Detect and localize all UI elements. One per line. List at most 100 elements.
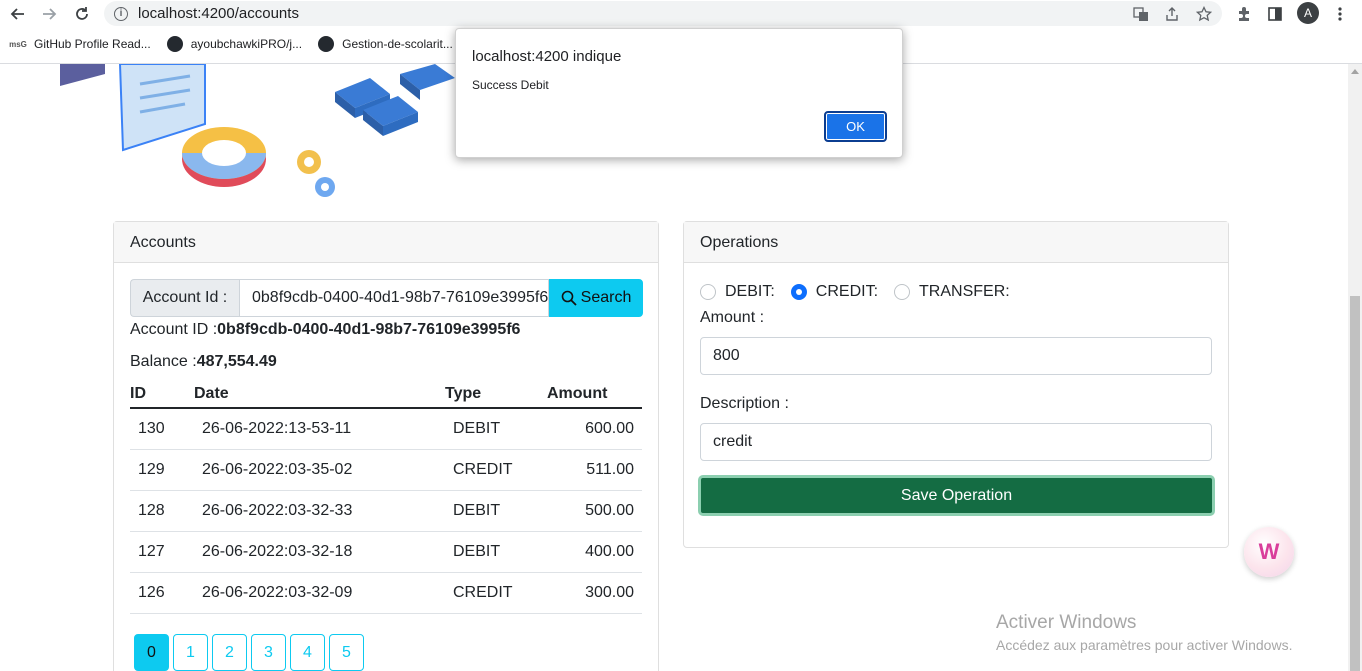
- extensions-icon[interactable]: [1234, 4, 1254, 24]
- cell-amount: 400.00: [547, 531, 642, 573]
- amount-label: Amount :: [700, 309, 765, 326]
- github-icon: [166, 36, 183, 52]
- table-row: 129 26-06-2022:03-35-02 CREDIT 511.00: [130, 449, 642, 491]
- cell-id: 129: [130, 449, 194, 491]
- side-panel-icon[interactable]: [1265, 4, 1285, 24]
- cell-date: 26-06-2022:13-53-11: [194, 408, 445, 450]
- bookmarks-bar: msG GitHub Profile Read... ayoubchawkiPR…: [0, 32, 459, 56]
- cell-type: CREDIT: [445, 572, 547, 614]
- radio-debit[interactable]: [700, 284, 716, 300]
- amount-input[interactable]: 800: [700, 337, 1212, 375]
- bookmark-label: ayoubchawkiPRO/j...: [190, 37, 303, 51]
- cell-date: 26-06-2022:03-32-18: [194, 531, 445, 573]
- url-text: localhost:4200/accounts: [138, 5, 299, 22]
- cell-type: CREDIT: [445, 449, 547, 491]
- page-button-4[interactable]: 4: [290, 634, 325, 671]
- browser-toolbar: i localhost:4200/accounts A: [0, 0, 1362, 28]
- radio-credit-label: CREDIT:: [815, 283, 879, 300]
- back-arrow-icon[interactable]: [7, 4, 29, 24]
- cell-date: 26-06-2022:03-32-09: [194, 572, 445, 614]
- account-id-label: Account Id :: [130, 279, 239, 317]
- dialog-message: Success Debit: [472, 78, 549, 92]
- page-button-3[interactable]: 3: [251, 634, 286, 671]
- accounts-card: Accounts Account Id : 0b8f9cdb-0400-40d1…: [113, 221, 659, 671]
- address-bar[interactable]: i localhost:4200/accounts: [104, 1, 1222, 26]
- table-row: 128 26-06-2022:03-32-33 DEBIT 500.00: [130, 490, 642, 532]
- operation-type-radios: DEBIT: CREDIT: TRANSFER:: [700, 283, 1026, 301]
- cell-amount: 511.00: [547, 449, 642, 491]
- accounts-card-header: Accounts: [114, 222, 658, 263]
- bookmark-star-icon[interactable]: [1194, 4, 1214, 24]
- github-icon: [318, 36, 335, 52]
- translate-icon[interactable]: [1131, 4, 1151, 24]
- balance-line: Balance :487,554.49: [130, 353, 277, 371]
- cell-date: 26-06-2022:03-32-33: [194, 490, 445, 532]
- site-info-icon[interactable]: i: [114, 6, 128, 21]
- cell-amount: 600.00: [547, 408, 642, 450]
- cell-amount: 500.00: [547, 490, 642, 532]
- operations-table: ID Date Type Amount 130 26-06-2022:13-53…: [130, 380, 642, 614]
- windows-activation-title: Activer Windows: [996, 612, 1137, 633]
- money-stacks-illustration: [335, 64, 455, 136]
- page-button-2[interactable]: 2: [212, 634, 247, 671]
- cell-id: 128: [130, 490, 194, 532]
- profile-avatar[interactable]: A: [1297, 2, 1319, 24]
- table-row: 126 26-06-2022:03-32-09 CREDIT 300.00: [130, 572, 642, 614]
- cell-id: 127: [130, 531, 194, 573]
- search-button[interactable]: Search: [549, 279, 643, 317]
- windows-activation-subtitle: Accédez aux paramètres pour activer Wind…: [996, 637, 1293, 653]
- account-id-line: Account ID :0b8f9cdb-0400-40d1-98b7-7610…: [130, 321, 520, 339]
- banking-illustration: [60, 64, 335, 197]
- cell-type: DEBIT: [445, 490, 547, 532]
- page-scrollbar[interactable]: [1348, 64, 1362, 671]
- account-id-line-value: 0b8f9cdb-0400-40d1-98b7-76109e3995f6: [217, 321, 521, 338]
- balance-value: 487,554.49: [196, 353, 277, 370]
- share-icon[interactable]: [1162, 4, 1182, 24]
- radio-transfer-label: TRANSFER:: [919, 283, 1010, 300]
- radio-debit-label: DEBIT:: [725, 283, 775, 300]
- description-input[interactable]: credit: [700, 423, 1212, 461]
- bookmark-label: GitHub Profile Read...: [34, 37, 151, 51]
- save-operation-button[interactable]: Save Operation: [698, 475, 1215, 516]
- bookmark-label: Gestion-de-scolarit...: [342, 37, 453, 51]
- readme-favicon-icon: msG: [9, 39, 27, 49]
- column-header-type: Type: [445, 380, 547, 409]
- radio-transfer[interactable]: [894, 284, 911, 300]
- search-icon: [561, 290, 577, 306]
- page-button-0[interactable]: 0: [134, 634, 169, 671]
- table-header-row: ID Date Type Amount: [130, 380, 642, 409]
- table-row: 130 26-06-2022:13-53-11 DEBIT 600.00: [130, 408, 642, 450]
- account-id-input[interactable]: 0b8f9cdb-0400-40d1-98b7-76109e3995f6: [239, 279, 549, 317]
- dialog-ok-button[interactable]: OK: [824, 111, 887, 142]
- scrollbar-thumb[interactable]: [1350, 296, 1360, 671]
- cell-id: 126: [130, 572, 194, 614]
- column-header-date: Date: [194, 380, 445, 409]
- cell-id: 130: [130, 408, 194, 450]
- table-row: 127 26-06-2022:03-32-18 DEBIT 400.00: [130, 531, 642, 573]
- operations-card: Operations DEBIT: CREDIT: TRANSFER: Amou…: [683, 221, 1229, 548]
- bookmark-item[interactable]: Gestion-de-scolarit...: [318, 36, 453, 52]
- floating-assistant-icon[interactable]: W: [1244, 527, 1294, 577]
- page-button-5[interactable]: 5: [329, 634, 364, 671]
- bookmark-item[interactable]: ayoubchawkiPRO/j...: [166, 36, 303, 52]
- column-header-amount: Amount: [547, 380, 642, 409]
- dialog-title: localhost:4200 indique: [472, 48, 622, 65]
- menu-kebab-icon[interactable]: [1330, 4, 1350, 24]
- radio-credit[interactable]: [790, 284, 807, 300]
- page-button-1[interactable]: 1: [173, 634, 208, 671]
- operations-card-header: Operations: [684, 222, 1228, 263]
- cell-amount: 300.00: [547, 572, 642, 614]
- account-id-line-label: Account ID :: [130, 321, 218, 338]
- scroll-up-arrow-icon[interactable]: [1351, 69, 1359, 74]
- cell-date: 26-06-2022:03-35-02: [194, 449, 445, 491]
- bookmark-item[interactable]: msG GitHub Profile Read...: [9, 36, 151, 52]
- cell-type: DEBIT: [445, 408, 547, 450]
- search-label: Search: [580, 289, 632, 306]
- forward-arrow-icon[interactable]: [38, 4, 60, 24]
- reload-icon[interactable]: [71, 4, 93, 24]
- pagination: 0 1 2 3 4 5: [134, 634, 368, 671]
- alert-dialog: localhost:4200 indique Success Debit OK: [455, 28, 903, 158]
- column-header-id: ID: [130, 380, 194, 409]
- account-search-group: Account Id : 0b8f9cdb-0400-40d1-98b7-761…: [130, 279, 643, 317]
- balance-label: Balance :: [130, 353, 197, 370]
